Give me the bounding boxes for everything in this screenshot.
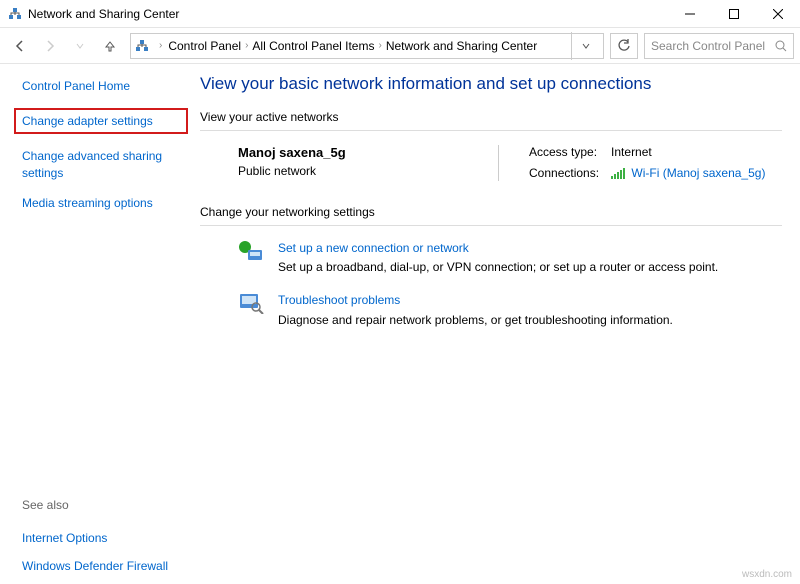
internet-options-link[interactable]: Internet Options — [22, 530, 180, 546]
change-settings-label: Change your networking settings — [200, 205, 782, 219]
access-type-label: Access type: — [529, 145, 599, 159]
firewall-link[interactable]: Windows Defender Firewall — [22, 558, 180, 574]
divider — [200, 130, 782, 131]
window-controls — [668, 0, 800, 28]
page-title: View your basic network information and … — [200, 74, 782, 94]
minimize-button[interactable] — [668, 0, 712, 28]
troubleshoot-item: Troubleshoot problems Diagnose and repai… — [238, 292, 782, 326]
chevron-right-icon: › — [378, 40, 381, 51]
breadcrumb-dropdown[interactable] — [571, 32, 599, 60]
chevron-right-icon: › — [159, 40, 162, 51]
change-adapter-highlight: Change adapter settings — [14, 108, 188, 134]
media-streaming-link[interactable]: Media streaming options — [22, 195, 180, 211]
watermark: wsxdn.com — [742, 569, 792, 580]
troubleshoot-desc: Diagnose and repair network problems, or… — [278, 313, 673, 327]
back-button[interactable] — [6, 32, 34, 60]
content: Control Panel Home Change adapter settin… — [0, 64, 800, 584]
setup-connection-link[interactable]: Set up a new connection or network — [278, 240, 718, 256]
network-name: Manoj saxena_5g — [238, 145, 468, 160]
titlebar: Network and Sharing Center — [0, 0, 800, 28]
setup-connection-item: Set up a new connection or network Set u… — [238, 240, 782, 274]
wifi-signal-icon — [611, 168, 625, 180]
breadcrumb-item[interactable]: All Control Panel Items — [252, 39, 374, 53]
breadcrumb[interactable]: › Control Panel › All Control Panel Item… — [130, 33, 604, 59]
active-network-block: Manoj saxena_5g Public network Access ty… — [238, 145, 782, 181]
refresh-button[interactable] — [610, 33, 638, 59]
access-type-value: Internet — [611, 145, 765, 159]
search-input[interactable]: Search Control Panel — [644, 33, 794, 59]
window-title: Network and Sharing Center — [28, 7, 668, 21]
forward-button[interactable] — [36, 32, 64, 60]
troubleshoot-link[interactable]: Troubleshoot problems — [278, 292, 673, 308]
troubleshoot-icon — [238, 292, 264, 326]
change-adapter-settings-link[interactable]: Change adapter settings — [22, 113, 180, 129]
close-button[interactable] — [756, 0, 800, 28]
search-placeholder: Search Control Panel — [651, 39, 775, 53]
breadcrumb-item[interactable]: Control Panel — [168, 39, 241, 53]
network-center-icon — [8, 7, 22, 21]
change-sharing-settings-link[interactable]: Change advanced sharing settings — [22, 148, 180, 180]
maximize-button[interactable] — [712, 0, 756, 28]
see-also-label: See also — [22, 478, 180, 512]
setup-connection-icon — [238, 240, 264, 274]
breadcrumb-item[interactable]: Network and Sharing Center — [386, 39, 537, 53]
chevron-right-icon: › — [245, 40, 248, 51]
network-type: Public network — [238, 164, 468, 178]
search-icon — [775, 40, 787, 52]
setup-connection-desc: Set up a broadband, dial-up, or VPN conn… — [278, 260, 718, 274]
recent-dropdown[interactable] — [66, 32, 94, 60]
divider — [200, 225, 782, 226]
main-panel: View your basic network information and … — [190, 64, 800, 584]
sidebar: Control Panel Home Change adapter settin… — [0, 64, 190, 584]
vertical-divider — [498, 145, 499, 181]
up-button[interactable] — [96, 32, 124, 60]
connections-label: Connections: — [529, 166, 599, 180]
network-center-icon — [135, 39, 149, 53]
wifi-connection-link[interactable]: Wi-Fi (Manoj saxena_5g) — [631, 166, 765, 180]
control-panel-home-link[interactable]: Control Panel Home — [22, 78, 180, 94]
navbar: › Control Panel › All Control Panel Item… — [0, 28, 800, 64]
active-networks-label: View your active networks — [200, 110, 782, 124]
